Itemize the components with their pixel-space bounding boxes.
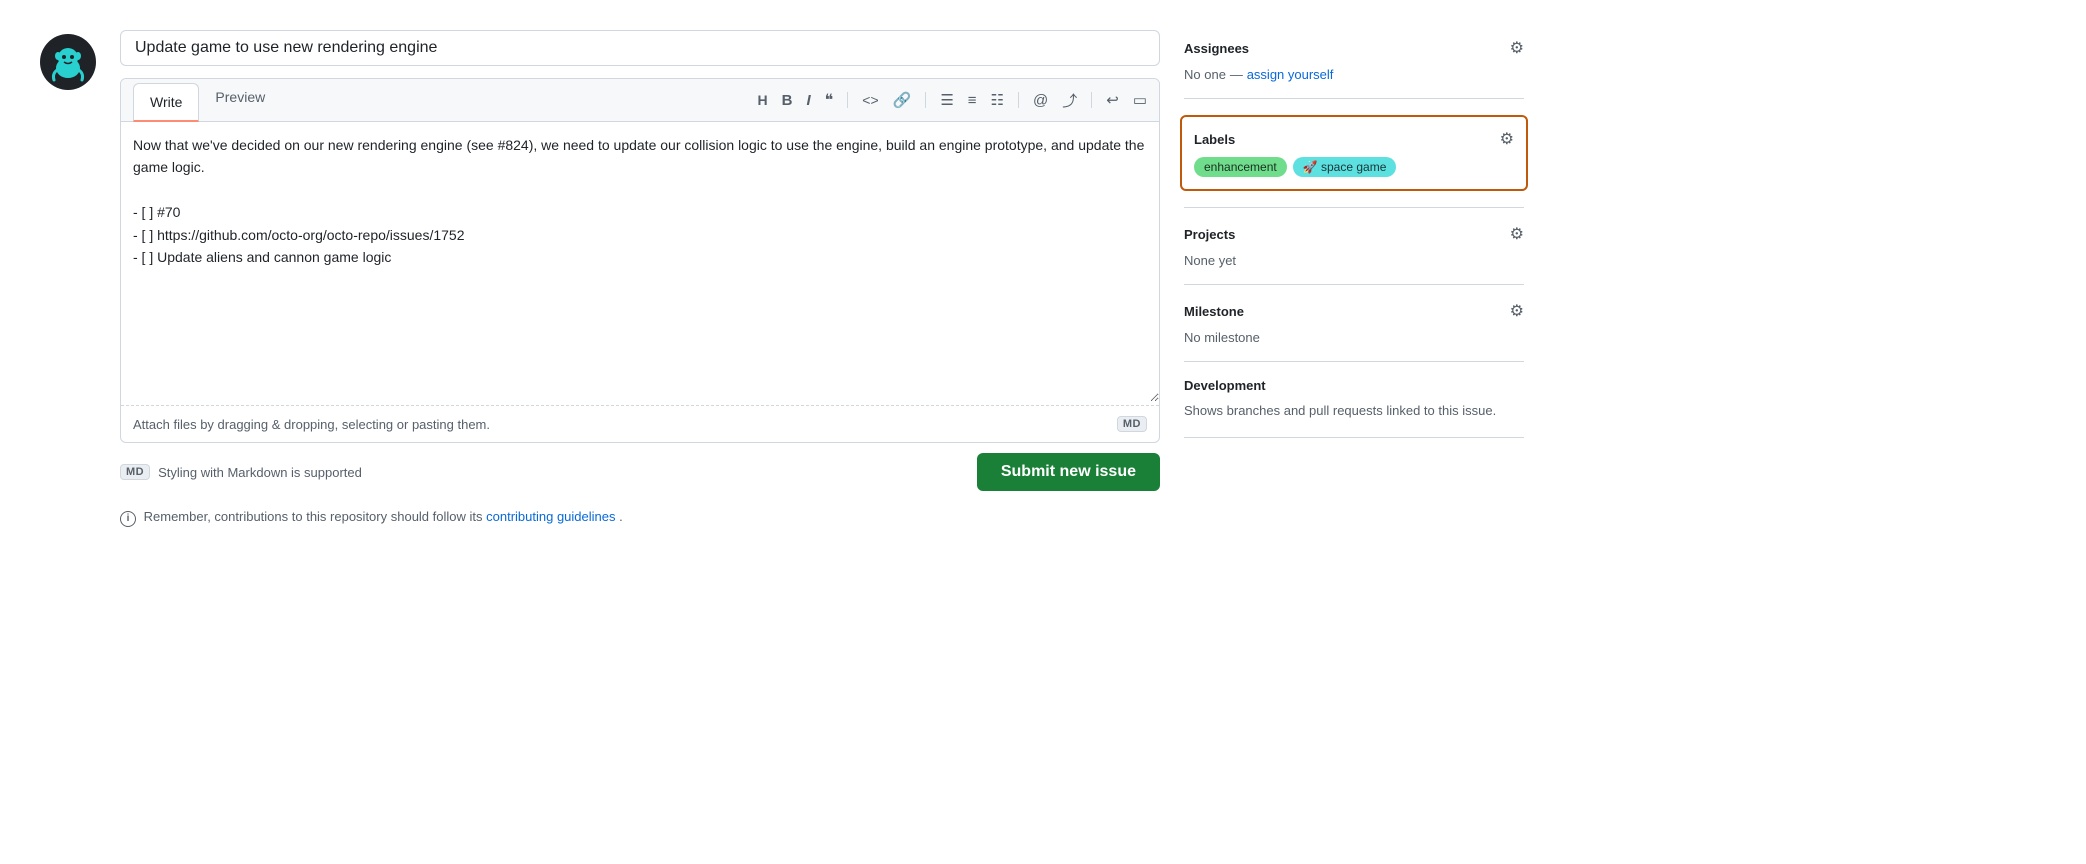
markdown-note: Styling with Markdown is supported [158, 465, 362, 480]
footer-text-before: Remember, contributions to this reposito… [144, 509, 487, 524]
label-enhancement[interactable]: enhancement [1194, 157, 1287, 177]
tab-preview[interactable]: Preview [199, 79, 281, 122]
unordered-list-icon[interactable]: ☰ [940, 91, 953, 109]
assignees-no-one: No one [1184, 67, 1226, 82]
italic-icon[interactable]: I [806, 92, 810, 109]
milestone-title: Milestone [1184, 304, 1244, 319]
avatar-col [40, 30, 96, 90]
sidebar-labels-section: Labels ⚙ enhancement 🚀 space game [1184, 99, 1524, 208]
submit-new-issue-button[interactable]: Submit new issue [977, 453, 1160, 491]
assignees-value: No one — assign yourself [1184, 66, 1524, 82]
main-col: Write Preview H B I ❝ <> 🔗 ☰ ≡ ☷ @ [120, 30, 1160, 527]
avatar [40, 34, 96, 90]
sidebar-col: Assignees ⚙ No one — assign yourself Lab… [1184, 30, 1524, 438]
labels-gear-icon[interactable]: ⚙ [1500, 129, 1514, 149]
bold-icon[interactable]: B [782, 92, 793, 109]
projects-gear-icon[interactable]: ⚙ [1510, 224, 1524, 244]
undo-icon[interactable]: ↩ [1106, 91, 1119, 109]
title-input[interactable] [120, 30, 1160, 66]
labels-title: Labels [1194, 132, 1235, 147]
toolbar-icons: H B I ❝ <> 🔗 ☰ ≡ ☷ @ ⤴ ↩ ▭ [758, 82, 1147, 119]
md-badge-attach: MD [1117, 416, 1147, 432]
md-badge-footer: MD [120, 464, 150, 480]
milestone-value: No milestone [1184, 330, 1260, 345]
editor-footer: MD Styling with Markdown is supported Su… [120, 443, 1160, 501]
assignees-gear-icon[interactable]: ⚙ [1510, 38, 1524, 58]
milestone-gear-icon[interactable]: ⚙ [1510, 301, 1524, 321]
editor-footer-left: MD Styling with Markdown is supported [120, 464, 362, 480]
sidebar-assignees-section: Assignees ⚙ No one — assign yourself [1184, 30, 1524, 99]
task-list-icon[interactable]: ☷ [991, 91, 1004, 109]
sidebar-projects-header: Projects ⚙ [1184, 224, 1524, 244]
toolbar-sep-3 [1018, 92, 1019, 108]
toolbar-sep-1 [847, 92, 848, 108]
quote-icon[interactable]: ❝ [825, 90, 834, 110]
heading-icon[interactable]: H [758, 92, 768, 108]
development-title: Development [1184, 378, 1266, 393]
info-icon: i [120, 511, 136, 527]
sidebar-assignees-header: Assignees ⚙ [1184, 38, 1524, 58]
sidebar-labels-header: Labels ⚙ [1194, 129, 1514, 149]
sidebar-projects-section: Projects ⚙ None yet [1184, 208, 1524, 285]
sidebar-development-section: Development Shows branches and pull requ… [1184, 362, 1524, 438]
tab-write[interactable]: Write [133, 83, 199, 122]
mention-icon[interactable]: @ [1033, 92, 1048, 109]
editor-textarea[interactable]: Now that we've decided on our new render… [121, 122, 1159, 402]
toolbar-sep-4 [1091, 92, 1092, 108]
fullscreen-icon[interactable]: ▭ [1133, 91, 1147, 109]
assignees-sep: — [1230, 67, 1243, 82]
sidebar-milestone-header: Milestone ⚙ [1184, 301, 1524, 321]
footer-text-after: . [619, 509, 623, 524]
labels-row: enhancement 🚀 space game [1194, 157, 1514, 177]
assign-yourself-link[interactable]: assign yourself [1247, 67, 1334, 82]
editor-tabs: Write Preview H B I ❝ <> 🔗 ☰ ≡ ☷ @ [121, 79, 1159, 122]
toolbar-sep-2 [925, 92, 926, 108]
contributing-guidelines-link[interactable]: contributing guidelines [486, 509, 615, 524]
development-description: Shows branches and pull requests linked … [1184, 401, 1524, 421]
link-icon[interactable]: 🔗 [893, 91, 912, 109]
tabs-left: Write Preview [133, 79, 281, 121]
labels-border: Labels ⚙ enhancement 🚀 space game [1180, 115, 1528, 191]
sidebar-development-header: Development [1184, 378, 1524, 393]
projects-title: Projects [1184, 227, 1235, 242]
page-container: Write Preview H B I ❝ <> 🔗 ☰ ≡ ☷ @ [0, 20, 2086, 537]
footer-note: i Remember, contributions to this reposi… [120, 501, 1160, 527]
label-space-game[interactable]: 🚀 space game [1293, 157, 1397, 177]
assignees-title: Assignees [1184, 41, 1249, 56]
attach-area: Attach files by dragging & dropping, sel… [121, 405, 1159, 442]
sidebar-milestone-section: Milestone ⚙ No milestone [1184, 285, 1524, 362]
cross-ref-icon[interactable]: ⤴ [1062, 90, 1077, 111]
editor-box: Write Preview H B I ❝ <> 🔗 ☰ ≡ ☷ @ [120, 78, 1160, 443]
attach-label: Attach files by dragging & dropping, sel… [133, 417, 490, 432]
ordered-list-icon[interactable]: ≡ [968, 92, 977, 109]
projects-value: None yet [1184, 253, 1236, 268]
code-icon[interactable]: <> [862, 92, 878, 108]
editor-body: Now that we've decided on our new render… [121, 122, 1159, 405]
